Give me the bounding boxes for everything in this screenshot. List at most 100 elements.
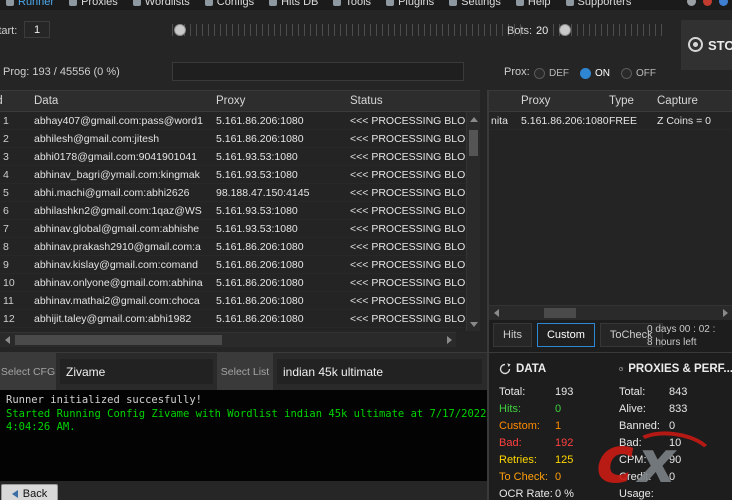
cell-id: 5 bbox=[0, 187, 34, 199]
red-badge-icon[interactable] bbox=[703, 0, 712, 6]
column-header-status[interactable]: Status bbox=[350, 95, 480, 107]
table-row[interactable]: 6abhilashkn2@gmail.com:1qaz@WS5.161.93.5… bbox=[0, 202, 480, 220]
cell-proxy: 5.161.86.206:1080 bbox=[216, 133, 350, 145]
menu-item-tools[interactable]: Tools bbox=[333, 0, 371, 8]
bots-slider[interactable] bbox=[553, 22, 665, 38]
cell-proxy: 5.161.93.53:1080 bbox=[216, 151, 350, 163]
table-row[interactable]: 8abhinav.prakash2910@gmail.com:a5.161.86… bbox=[0, 238, 480, 256]
cell-data: abhinav.kislay@gmail.com:comand bbox=[34, 259, 216, 271]
menu-item-hits-db[interactable]: Hits DB bbox=[269, 0, 318, 8]
table-row[interactable]: 3abhi0178@gmail.com:90419010415.161.93.5… bbox=[0, 148, 480, 166]
blue-badge-icon[interactable] bbox=[719, 0, 728, 6]
results-vertical-scrollbar[interactable] bbox=[466, 112, 480, 331]
column-header-id[interactable]: Id bbox=[0, 95, 34, 107]
cell-data: abhinav.global@gmail.com:abhishe bbox=[34, 223, 216, 235]
scroll-down-icon[interactable] bbox=[467, 317, 480, 331]
help-icon bbox=[516, 0, 524, 6]
table-row[interactable]: 5abhi.machi@gmail.com:abhi262698.188.47.… bbox=[0, 184, 480, 202]
panel-divider bbox=[487, 90, 488, 500]
hit-row[interactable]: nita5.161.86.206:1080FREEZ Coins = 0 bbox=[489, 112, 732, 130]
menu-item-configs[interactable]: Configs bbox=[205, 0, 254, 8]
tab-hits[interactable]: Hits bbox=[493, 323, 532, 347]
stat-value: 0 bbox=[669, 418, 675, 435]
menu-item-label: Help bbox=[528, 0, 551, 8]
cell-status: <<< PROCESSING BLO bbox=[350, 241, 480, 253]
stat-row-total-: Total:843 bbox=[619, 384, 732, 401]
menu-item-proxies[interactable]: Proxies bbox=[69, 0, 118, 8]
log-line: Started Running Config Zivame with Wordl… bbox=[6, 408, 482, 422]
bots-slider-thumb[interactable] bbox=[559, 24, 571, 36]
table-row[interactable]: 13abhinandan29@gmail.com:sumana5.161.86.… bbox=[0, 328, 480, 331]
proxies-stats-column: PROXIES & PERF... Total:843Alive:833Bann… bbox=[619, 361, 732, 500]
column-header-proxy[interactable]: Proxy bbox=[216, 95, 350, 107]
menu-item-wordlists[interactable]: Wordlists bbox=[133, 0, 190, 8]
table-row[interactable]: 2abhilesh@gmail.com:jitesh5.161.86.206:1… bbox=[0, 130, 480, 148]
hits-horizontal-scrollbar[interactable] bbox=[489, 305, 732, 320]
tab-custom[interactable]: Custom bbox=[537, 323, 595, 347]
menu-item-settings[interactable]: Settings bbox=[449, 0, 501, 8]
stat-row-cpm-: CPM:90 bbox=[619, 452, 732, 469]
start-slider[interactable] bbox=[172, 22, 522, 38]
menu-item-plugins[interactable]: Plugins bbox=[386, 0, 434, 8]
scroll-left-icon[interactable] bbox=[489, 306, 503, 320]
stop-button[interactable]: STOP bbox=[681, 20, 732, 70]
menu-extra-icons bbox=[687, 0, 728, 10]
back-button[interactable]: Back bbox=[1, 484, 58, 500]
menu-item-runner[interactable]: Runner bbox=[6, 0, 54, 8]
cell-id: 6 bbox=[0, 205, 34, 217]
results-horizontal-scrollbar[interactable] bbox=[0, 332, 456, 347]
scroll-up-icon[interactable] bbox=[467, 112, 480, 126]
cell-status: <<< PROCESSING BLO bbox=[350, 187, 480, 199]
start-input[interactable] bbox=[24, 21, 50, 38]
menu-item-label: Proxies bbox=[81, 0, 118, 8]
stat-value: 0 bbox=[555, 469, 561, 486]
cell-id: 7 bbox=[0, 223, 34, 235]
menu-item-help[interactable]: Help bbox=[516, 0, 551, 8]
proxy-mode-option-label: OFF bbox=[636, 68, 656, 79]
table-row[interactable]: 4abhinav_bagri@ymail.com:kingmak5.161.93… bbox=[0, 166, 480, 184]
stat-row-bad-: Bad:192 bbox=[499, 435, 613, 452]
hits-scrollbar-thumb[interactable] bbox=[544, 308, 576, 318]
column-header-hit-capture[interactable]: Capture bbox=[657, 95, 732, 107]
menu-item-supporters[interactable]: Supporters bbox=[566, 0, 632, 8]
scroll-right-icon[interactable] bbox=[718, 306, 732, 320]
stat-value: 0 % bbox=[555, 486, 574, 500]
proxies-stats-header: PROXIES & PERF... bbox=[619, 361, 732, 376]
results-grid: Id Data Proxy Status 1abhay407@gmail.com… bbox=[0, 90, 480, 331]
proxy-mode-off[interactable]: OFF bbox=[621, 68, 656, 79]
progress-bar bbox=[172, 62, 464, 81]
scroll-left-icon[interactable] bbox=[0, 333, 14, 347]
proxy-mode-on[interactable]: ON bbox=[580, 68, 610, 79]
cell-id: 10 bbox=[0, 277, 34, 289]
results-hscrollbar-thumb[interactable] bbox=[15, 335, 222, 345]
table-row[interactable]: 11abhinav.mathai2@gmail.com:choca5.161.8… bbox=[0, 292, 480, 310]
table-row[interactable]: 7abhinav.global@gmail.com:abhishe5.161.9… bbox=[0, 220, 480, 238]
cell-data: abhi.machi@gmail.com:abhi2626 bbox=[34, 187, 216, 199]
runner-window: Runner Proxies Wordlists Configs Hits DB Tool… bbox=[0, 0, 732, 500]
table-row[interactable]: 12abhijit.taley@gmail.com:abhi19825.161.… bbox=[0, 310, 480, 328]
table-row[interactable]: 1abhay407@gmail.com:pass@word15.161.86.2… bbox=[0, 112, 480, 130]
menu-items: Runner Proxies Wordlists Configs Hits DB Tool… bbox=[6, 0, 631, 10]
table-row[interactable]: 10abhinav.onlyone@gmail.com:abhina5.161.… bbox=[0, 274, 480, 292]
config-name-field[interactable]: Zivame bbox=[60, 359, 213, 384]
phone-icon[interactable] bbox=[687, 0, 696, 6]
stat-label: Alive: bbox=[619, 401, 669, 418]
cell-data: abhinav.onlyone@gmail.com:abhina bbox=[34, 277, 216, 289]
menu-item-label: Supporters bbox=[578, 0, 632, 8]
wordlist-name-field[interactable]: indian 45k ultimate bbox=[277, 359, 482, 384]
proxy-mode-def[interactable]: DEF bbox=[534, 68, 569, 79]
results-scrollbar-thumb[interactable] bbox=[469, 130, 478, 156]
timer-remaining: 8 hours left bbox=[647, 336, 732, 349]
cell-status: <<< PROCESSING BLO bbox=[350, 277, 480, 289]
select-config-button[interactable]: Select CFG bbox=[0, 353, 56, 390]
scroll-right-icon[interactable] bbox=[442, 333, 456, 347]
column-header-hit-proxy[interactable]: Proxy bbox=[521, 95, 609, 107]
start-slider-thumb[interactable] bbox=[174, 24, 186, 36]
table-row[interactable]: 9abhinav.kislay@gmail.com:comand5.161.86… bbox=[0, 256, 480, 274]
column-header-data[interactable]: Data bbox=[34, 95, 216, 107]
cell-proxy: 5.161.86.206:1080 bbox=[521, 115, 609, 127]
select-list-button[interactable]: Select List bbox=[217, 353, 273, 390]
column-header-hit-type[interactable]: Type bbox=[609, 95, 657, 107]
radio-icon bbox=[621, 68, 632, 79]
hits-grid: Proxy Type Capture nita5.161.86.206:1080… bbox=[488, 90, 732, 320]
